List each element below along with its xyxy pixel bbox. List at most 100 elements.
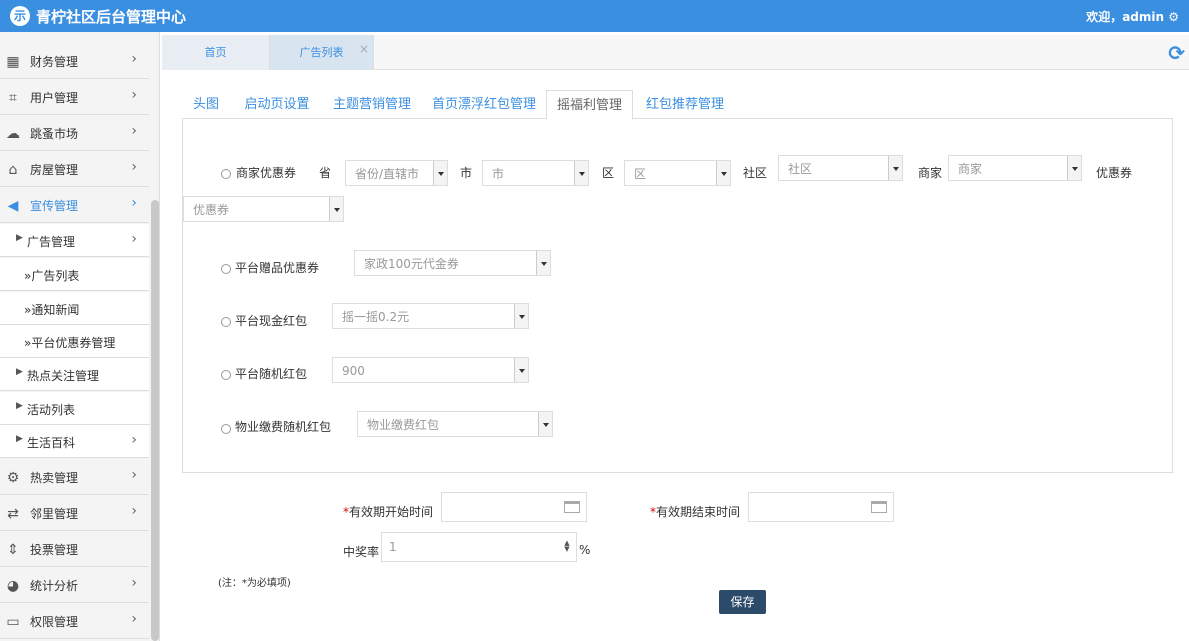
caret-right-icon: ▶ (16, 367, 23, 377)
gear-icon: ⚙ (1168, 10, 1179, 24)
merchant-label: 商家 (918, 166, 943, 180)
platform-gift-label: 平台赠品优惠券 (235, 261, 320, 275)
dropdown-icon (514, 304, 528, 328)
tab-bar: 首页 广告列表 × ⟳ (162, 35, 1189, 70)
chevron-right-icon: › (131, 467, 137, 483)
dropdown-icon (716, 161, 730, 185)
merchant-coupon-label: 商家优惠券 (236, 166, 297, 180)
merchant-coupon-radio[interactable] (221, 169, 231, 179)
spinner-icon[interactable]: ▲ ▼ (563, 540, 571, 553)
start-date-label: *有效期开始时间 (343, 505, 434, 519)
area-label: 区 (602, 166, 615, 180)
platform-gift-radio[interactable] (221, 264, 231, 274)
subtab-float-redpacket[interactable]: 首页漂浮红包管理 (428, 90, 540, 120)
chevron-right-icon: › (131, 575, 137, 591)
close-icon[interactable]: × (359, 31, 369, 67)
sidebar-item-neighbors[interactable]: ⇄ 邻里管理 › (0, 496, 149, 531)
property-random-select[interactable]: 物业缴费红包 (357, 411, 553, 437)
platform-cash-select[interactable]: 摇一摇0.2元 (332, 303, 529, 329)
subtab-shake[interactable]: 摇福利管理 (546, 90, 633, 120)
sidebar-item-coupons[interactable]: »平台优惠券管理 (0, 325, 149, 358)
caret-right-icon: ▶ (16, 233, 23, 243)
sidebar-item-life-wiki[interactable]: ▶ 生活百科 › (0, 425, 149, 458)
chevron-right-icon: › (131, 611, 137, 627)
coupon-select[interactable]: 优惠券 (183, 196, 344, 222)
platform-random-select[interactable]: 900 (332, 357, 529, 383)
property-random-label: 物业缴费随机红包 (235, 420, 332, 434)
pie-chart-icon: ◕ (6, 578, 20, 594)
end-date-input[interactable] (748, 492, 894, 522)
platform-gift-select[interactable]: 家政100元代金券 (354, 250, 551, 276)
dropdown-icon (329, 197, 343, 221)
sidebar-item-permissions[interactable]: ▭ 权限管理 › (0, 604, 149, 639)
calendar-icon[interactable] (871, 501, 887, 513)
dropdown-icon (538, 412, 552, 436)
sidebar-item-flea-market[interactable]: ☁ 跳蚤市场 › (0, 116, 149, 151)
platform-random-radio[interactable] (221, 370, 231, 380)
province-select[interactable]: 省份/直辖市 (345, 160, 448, 186)
win-rate-input[interactable]: 1 ▲ ▼ (381, 532, 577, 562)
bank-icon: ⌂ (8, 162, 18, 178)
dropdown-icon (514, 358, 528, 382)
refresh-icon[interactable]: ⟳ (1168, 41, 1185, 65)
platform-cash-radio[interactable] (221, 317, 231, 327)
retweet-icon: ⇄ (7, 506, 19, 522)
sort-icon: ⇕ (7, 542, 19, 558)
platform-random-label: 平台随机红包 (235, 367, 308, 381)
end-date-label: *有效期结束时间 (650, 505, 741, 519)
subtab-launch[interactable]: 启动页设置 (237, 90, 317, 120)
dropdown-icon (433, 161, 447, 185)
chevron-right-icon: › (131, 123, 137, 139)
platform-cash-label: 平台现金红包 (235, 314, 308, 328)
app-title: 青柠社区后台管理中心 (36, 8, 187, 26)
chevron-right-icon: › (131, 87, 137, 103)
sidebar-item-hot-sale[interactable]: ⚙ 热卖管理 › (0, 460, 149, 495)
sidebar: ▦ 财务管理 › ⌗ 用户管理 › ☁ 跳蚤市场 › ⌂ 房屋管理 › ◀ 宣传管理 › ▶ 广告管理… (0, 32, 160, 641)
top-bar: 示 青柠社区后台管理中心 欢迎，admin ⚙ (0, 0, 1189, 32)
subtab-banner[interactable]: 头图 (182, 90, 230, 120)
caret-right-icon: ▶ (16, 401, 23, 411)
province-label: 省 (319, 166, 332, 180)
sidebar-item-finance[interactable]: ▦ 财务管理 › (0, 44, 149, 79)
sidebar-item-ad-list[interactable]: »广告列表 (0, 258, 149, 291)
sidebar-item-publicity[interactable]: ◀ 宣传管理 › (0, 188, 149, 223)
subtab-redpacket-rec[interactable]: 红包推荐管理 (640, 90, 730, 120)
sidebar-item-ads[interactable]: ▶ 广告管理 › (0, 224, 149, 257)
win-rate-label: 中奖率 (343, 545, 380, 559)
sidebar-item-hot-topics[interactable]: ▶ 热点关注管理 (0, 358, 149, 391)
sidebar-scrollbar[interactable] (151, 200, 159, 641)
start-date-input[interactable] (441, 492, 587, 522)
percent-label: % (579, 543, 591, 557)
area-select[interactable]: 区 (624, 160, 731, 186)
city-label: 市 (460, 166, 473, 180)
welcome-menu[interactable]: 欢迎，admin ⚙ (1086, 8, 1179, 25)
crop-icon: ⌗ (9, 90, 17, 106)
sidebar-item-statistics[interactable]: ◕ 统计分析 › (0, 568, 149, 603)
sidebar-item-news[interactable]: »通知新闻 (0, 292, 149, 325)
tab-home[interactable]: 首页 (162, 35, 270, 70)
community-label: 社区 (743, 166, 768, 180)
chevron-down-icon: › (131, 195, 137, 211)
sidebar-item-users[interactable]: ⌗ 用户管理 › (0, 80, 149, 115)
community-select[interactable]: 社区 (778, 155, 903, 181)
sidebar-item-activities[interactable]: ▶ 活动列表 (0, 392, 149, 425)
required-note: (注：*为必填项) (218, 578, 291, 589)
gear-icon: ⚙ (6, 470, 20, 486)
monitor-icon: ▭ (6, 614, 20, 630)
cloud-icon: ☁ (6, 126, 20, 142)
merchant-select[interactable]: 商家 (948, 155, 1082, 181)
chevron-right-icon: › (131, 159, 137, 175)
save-button[interactable]: 保存 (719, 590, 766, 614)
dropdown-icon (1067, 156, 1081, 180)
tab-ad-list[interactable]: 广告列表 × (270, 35, 374, 70)
chevron-right-icon: › (131, 51, 137, 67)
city-select[interactable]: 市 (482, 160, 589, 186)
sidebar-item-voting[interactable]: ⇕ 投票管理 (0, 532, 149, 567)
dropdown-icon (574, 161, 588, 185)
dropdown-icon (536, 251, 550, 275)
property-random-radio[interactable] (221, 424, 231, 434)
calendar-icon[interactable] (564, 501, 580, 513)
chevron-right-icon: › (131, 503, 137, 519)
subtab-theme[interactable]: 主题营销管理 (327, 90, 417, 120)
sidebar-item-housing[interactable]: ⌂ 房屋管理 › (0, 152, 149, 187)
